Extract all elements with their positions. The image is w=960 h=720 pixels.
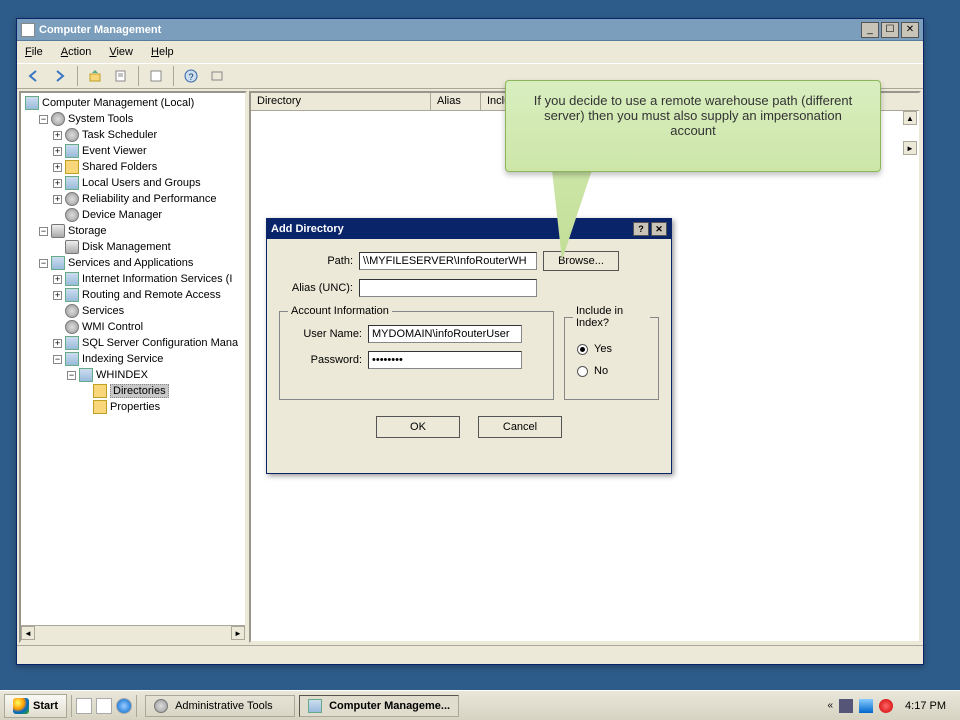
path-input[interactable]	[359, 252, 537, 270]
path-label: Path:	[279, 255, 359, 267]
add-directory-dialog: Add Directory ? ✕ Path: Browse... Alias …	[266, 218, 672, 474]
col-directory[interactable]: Directory	[251, 93, 431, 110]
tree-scroll-left[interactable]: ◄	[21, 626, 35, 640]
up-button[interactable]	[84, 65, 106, 87]
tree-sql[interactable]: +SQL Server Configuration Mana	[25, 335, 241, 351]
ql-explorer-icon[interactable]	[96, 698, 112, 714]
tree-wmi[interactable]: WMI Control	[25, 319, 241, 335]
dialog-close-button[interactable]: ✕	[651, 222, 667, 236]
radio-yes[interactable]	[577, 344, 588, 355]
dialog-titlebar[interactable]: Add Directory ? ✕	[267, 219, 671, 239]
admin-tools-icon	[154, 699, 168, 713]
include-index-fieldset: Include in Index? Yes No	[564, 305, 659, 400]
tree-local-users[interactable]: +Local Users and Groups	[25, 175, 241, 191]
col-alias[interactable]: Alias	[431, 93, 481, 110]
window-title: Computer Management	[39, 24, 861, 36]
help-button[interactable]: ?	[180, 65, 202, 87]
account-legend: Account Information	[288, 305, 392, 317]
tree-device-manager[interactable]: Device Manager	[25, 207, 241, 223]
radio-yes-label: Yes	[594, 343, 612, 355]
mmc-icon	[308, 699, 322, 713]
browse-button[interactable]: Browse...	[543, 251, 619, 271]
app-icon	[21, 23, 35, 37]
start-button[interactable]: Start	[4, 694, 67, 718]
tree-storage[interactable]: −Storage	[25, 223, 241, 239]
tree-event-viewer[interactable]: +Event Viewer	[25, 143, 241, 159]
password-label: Password:	[288, 354, 368, 366]
menu-file[interactable]: FFileile	[25, 46, 43, 58]
tray-network-icon[interactable]	[859, 699, 873, 713]
alias-label: Alias (UNC):	[279, 282, 359, 294]
titlebar[interactable]: Computer Management _ ☐ ✕	[17, 19, 923, 41]
tray-clock[interactable]: 4:17 PM	[899, 700, 952, 712]
menu-view[interactable]: View	[109, 46, 133, 58]
tree-system-tools[interactable]: −System Tools	[25, 111, 241, 127]
tree-indexing[interactable]: −Indexing Service	[25, 351, 241, 367]
tree-disk-management[interactable]: Disk Management	[25, 239, 241, 255]
maximize-button[interactable]: ☐	[881, 22, 899, 38]
tree-whindex[interactable]: −WHINDEX	[25, 367, 241, 383]
radio-yes-row[interactable]: Yes	[577, 343, 650, 355]
tree-pane[interactable]: Computer Management (Local) −System Tool…	[19, 91, 247, 643]
tree-services-apps[interactable]: −Services and Applications	[25, 255, 241, 271]
dialog-title: Add Directory	[271, 223, 344, 235]
svg-text:?: ?	[188, 72, 193, 82]
cancel-button[interactable]: Cancel	[478, 416, 562, 438]
system-tray: « 4:17 PM	[823, 699, 956, 713]
start-orb-icon	[13, 698, 29, 714]
forward-button[interactable]	[49, 65, 71, 87]
include-index-legend: Include in Index?	[573, 305, 650, 329]
tree-directories[interactable]: Directories	[25, 383, 241, 399]
tree-task-scheduler[interactable]: +Task Scheduler	[25, 127, 241, 143]
tray-vm-icon[interactable]	[839, 699, 853, 713]
back-button[interactable]	[23, 65, 45, 87]
menubar: FFileile Action View Help	[17, 41, 923, 63]
tree-scroll-right[interactable]: ►	[231, 626, 245, 640]
username-label: User Name:	[288, 328, 368, 340]
ql-show-desktop-icon[interactable]	[76, 698, 92, 714]
start-label: Start	[33, 700, 58, 712]
tree-rras[interactable]: +Routing and Remote Access	[25, 287, 241, 303]
tray-chevron[interactable]: «	[827, 700, 833, 711]
window-buttons: _ ☐ ✕	[861, 22, 919, 38]
task-mmc-label: Computer Manageme...	[329, 700, 450, 712]
quick-launch	[76, 698, 132, 714]
alias-input[interactable]	[359, 279, 537, 297]
tree-shared-folders[interactable]: +Shared Folders	[25, 159, 241, 175]
extra-button[interactable]	[206, 65, 228, 87]
radio-no-label: No	[594, 365, 608, 377]
task-admin-tools[interactable]: Administrative Tools	[145, 695, 295, 717]
tree-iis[interactable]: +Internet Information Services (I	[25, 271, 241, 287]
task-computer-management[interactable]: Computer Manageme...	[299, 695, 459, 717]
username-input[interactable]	[368, 325, 522, 343]
callout-text: If you decide to use a remote warehouse …	[534, 93, 852, 138]
account-fieldset: Account Information User Name: Password:	[279, 305, 554, 400]
tree-services[interactable]: Services	[25, 303, 241, 319]
dialog-help-button[interactable]: ?	[633, 222, 649, 236]
close-button[interactable]: ✕	[901, 22, 919, 38]
taskbar: Start Administrative Tools Computer Mana…	[0, 690, 960, 720]
list-scroll-right[interactable]: ►	[903, 141, 917, 155]
radio-no[interactable]	[577, 366, 588, 377]
minimize-button[interactable]: _	[861, 22, 879, 38]
password-input[interactable]	[368, 351, 522, 369]
menu-action[interactable]: Action	[61, 46, 92, 58]
statusbar	[17, 645, 923, 663]
ql-ie-icon[interactable]	[116, 698, 132, 714]
tree-reliability[interactable]: +Reliability and Performance	[25, 191, 241, 207]
tree-properties[interactable]: Properties	[25, 399, 241, 415]
radio-no-row[interactable]: No	[577, 365, 650, 377]
tree-root[interactable]: Computer Management (Local)	[25, 95, 241, 111]
list-scroll-up[interactable]: ▲	[903, 111, 917, 125]
properties-button[interactable]	[110, 65, 132, 87]
refresh-button[interactable]	[145, 65, 167, 87]
menu-help[interactable]: Help	[151, 46, 174, 58]
ok-button[interactable]: OK	[376, 416, 460, 438]
tray-shield-icon[interactable]	[879, 699, 893, 713]
callout-tooltip: If you decide to use a remote warehouse …	[505, 80, 881, 172]
task-admin-label: Administrative Tools	[175, 700, 273, 712]
